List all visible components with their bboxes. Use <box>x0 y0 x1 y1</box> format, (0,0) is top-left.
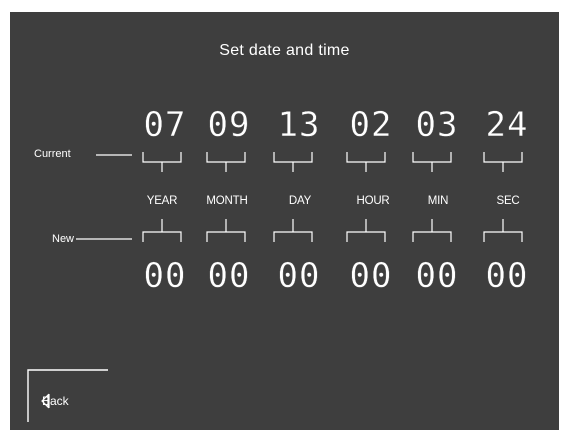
new-hour-bracket <box>346 219 386 242</box>
current-day-bracket <box>273 152 313 172</box>
new-day-bracket <box>273 219 313 242</box>
device-frame: Set date and time 07 09 13 02 03 24 YEAR… <box>0 0 575 439</box>
new-min-bracket <box>412 219 452 242</box>
new-sec-bracket <box>483 219 523 242</box>
current-year-bracket <box>142 152 182 172</box>
current-min-bracket <box>412 152 452 172</box>
screen: Set date and time 07 09 13 02 03 24 YEAR… <box>10 12 559 430</box>
new-year-bracket <box>142 219 182 242</box>
back-button-label: Back <box>42 394 69 408</box>
new-month-bracket <box>206 219 246 242</box>
current-sec-bracket <box>483 152 523 172</box>
current-month-bracket <box>206 152 246 172</box>
current-hour-bracket <box>346 152 386 172</box>
